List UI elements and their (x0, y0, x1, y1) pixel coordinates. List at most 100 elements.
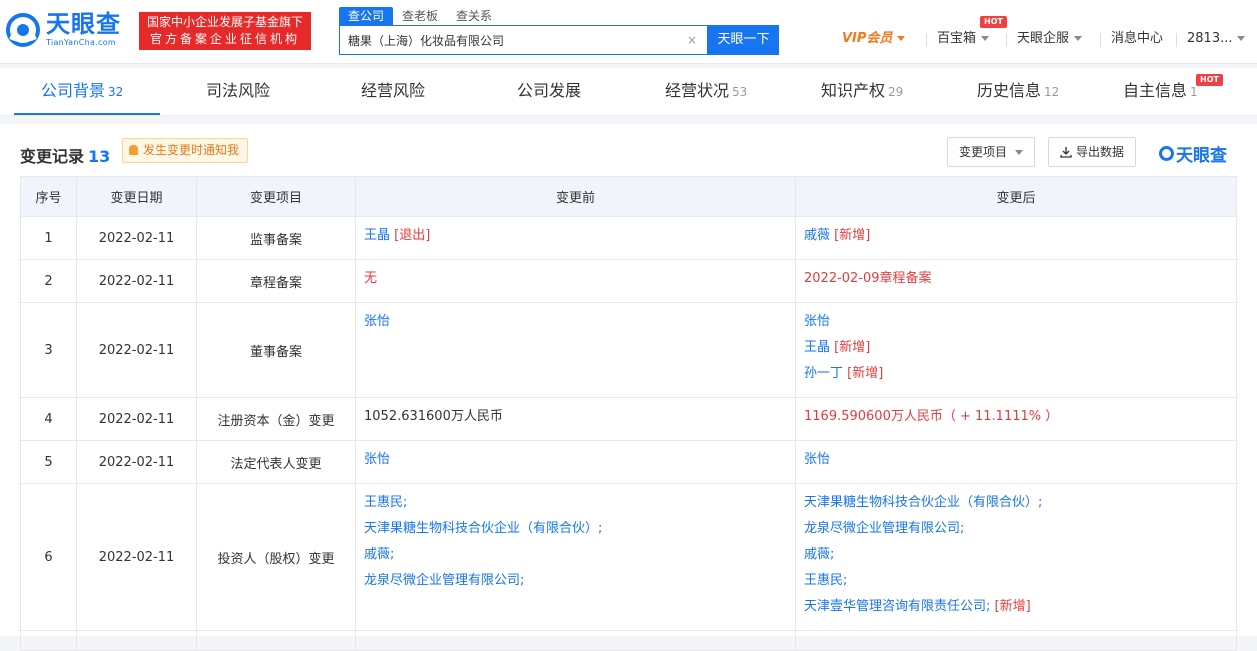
person-link[interactable]: 孙一丁 (804, 366, 843, 381)
cell-date: 2022-02-11 (76, 483, 197, 631)
cell-after: 1169.590600万人民币（ + 11.1111% ） (795, 397, 1237, 441)
change-value: 2022-02-09章程备案 (804, 271, 932, 286)
search-input[interactable] (340, 26, 707, 54)
change-item-filter[interactable]: 变更项目 (947, 137, 1036, 167)
search-type-tabs: 查公司 查老板 查关系 (339, 7, 501, 25)
divider (926, 33, 927, 47)
notify-on-change-button[interactable]: 发生变更时通知我 (122, 138, 249, 163)
vip-menu[interactable]: VIP会员 (842, 30, 906, 48)
cell-before: 1052.631600万人民币 (355, 397, 796, 441)
cell-before: 无 (355, 259, 796, 303)
cell-date: 2022-02-11 (76, 440, 197, 484)
hot-badge: HOT (1196, 74, 1223, 86)
tab-company-background[interactable]: 公司背景 32 (41, 68, 123, 116)
chevron-down-icon (1074, 36, 1083, 41)
export-label: 导出数据 (1076, 145, 1125, 159)
cell-no: 3 (20, 302, 77, 398)
section-title-text: 变更记录 (20, 147, 85, 166)
notify-label: 发生变更时通知我 (143, 143, 240, 157)
cell-item: 投资人（股权）变更 (196, 483, 356, 631)
person-link[interactable]: 张怡 (804, 452, 830, 467)
search-tab-boss[interactable]: 查老板 (393, 7, 447, 25)
change-records-table: 序号 变更日期 变更项目 变更前 变更后 1 2022-02-11 监事备案 王… (20, 176, 1237, 651)
person-link[interactable]: 戚薇 (804, 228, 830, 243)
search-tab-relation[interactable]: 查关系 (447, 7, 501, 25)
col-header-after: 变更后 (795, 176, 1237, 217)
tab-count: 12 (1044, 85, 1060, 99)
search-button[interactable]: 天眼一下 (708, 25, 779, 55)
investor-link[interactable]: 王惠民; (364, 490, 787, 516)
investor-link[interactable]: 天津果糖生物科技合伙企业（有限合伙）; (804, 490, 1228, 516)
table-row: 5 2022-02-11 法定代表人变更 张怡 张怡 (20, 440, 1237, 484)
cell-after: 张怡 (795, 440, 1237, 484)
col-header-date: 变更日期 (76, 176, 197, 217)
tab-company-development[interactable]: 公司发展 (517, 68, 581, 116)
investor-link[interactable]: 天津壹华管理咨询有限责任公司; (804, 599, 990, 614)
tab-count: 32 (108, 85, 124, 99)
treasure-box-menu[interactable]: 百宝箱 (937, 30, 990, 48)
active-tab-indicator (14, 113, 160, 115)
tab-label: 公司背景 (41, 81, 106, 100)
cell-no: 1 (20, 216, 77, 260)
chevron-down-icon (1237, 36, 1246, 41)
chevron-down-icon (1015, 150, 1024, 155)
tab-operating-risk[interactable]: 经营风险 (361, 68, 425, 116)
divider (1100, 33, 1101, 47)
divider (1176, 33, 1177, 47)
person-link[interactable]: 王晶 (804, 340, 830, 355)
table-row (20, 630, 1237, 651)
account-menu[interactable]: 2813... (1187, 30, 1246, 48)
cell-after: 2022-02-09章程备案 (795, 259, 1237, 303)
enterprise-service-menu[interactable]: 天眼企服 (1017, 30, 1083, 48)
logo[interactable]: 天眼查 TianYanCha.com (6, 12, 121, 47)
person-link[interactable]: 张怡 (804, 314, 830, 329)
cell-before: 王晶 [退出] (355, 216, 796, 260)
cell-no: 5 (20, 440, 77, 484)
chevron-down-icon (981, 36, 990, 41)
treasure-label: 百宝箱 (937, 31, 977, 46)
enterprise-label: 天眼企服 (1017, 31, 1070, 46)
tab-self-info[interactable]: 自主信息 1 (1123, 68, 1198, 116)
investor-link[interactable]: 天津果糖生物科技合伙企业（有限合伙）; (364, 516, 787, 542)
clear-icon[interactable]: × (687, 33, 697, 47)
change-tag: [新增] (834, 340, 871, 355)
tab-label: 经营状况 (665, 81, 730, 100)
person-link[interactable]: 王晶 (364, 228, 390, 243)
table-row: 1 2022-02-11 监事备案 王晶 [退出] 戚薇 [新增] (20, 216, 1237, 260)
person-link[interactable]: 张怡 (364, 452, 390, 467)
brand-text: 天眼查 (1176, 146, 1227, 166)
filter-label: 变更项目 (959, 145, 1008, 159)
tab-operating-status[interactable]: 经营状况 53 (665, 68, 747, 116)
cell-empty (196, 630, 356, 651)
tab-judicial-risk[interactable]: 司法风险 (206, 68, 270, 116)
cell-after: 戚薇 [新增] (795, 216, 1237, 260)
col-header-item: 变更项目 (196, 176, 356, 217)
download-icon (1060, 140, 1072, 168)
tab-history-info[interactable]: 历史信息 12 (977, 68, 1059, 116)
cell-no: 4 (20, 397, 77, 441)
tab-intellectual-property[interactable]: 知识产权 29 (821, 68, 903, 116)
investor-link[interactable]: 戚薇; (364, 542, 787, 568)
cell-date: 2022-02-11 (76, 302, 197, 398)
cell-item: 注册资本（金）变更 (196, 397, 356, 441)
divider (1006, 33, 1007, 47)
cell-item: 监事备案 (196, 216, 356, 260)
investor-link[interactable]: 龙泉尽微企业管理有限公司; (804, 516, 1228, 542)
search-tab-company[interactable]: 查公司 (339, 7, 394, 25)
person-link[interactable]: 张怡 (364, 314, 390, 329)
investor-link[interactable]: 龙泉尽微企业管理有限公司; (364, 568, 787, 594)
tab-count: 29 (888, 85, 904, 99)
investor-link[interactable]: 戚薇; (804, 542, 1228, 568)
official-badge: 国家中小企业发展子基金旗下 官方备案企业征信机构 (139, 12, 311, 50)
cell-item: 章程备案 (196, 259, 356, 303)
tab-count: 53 (732, 85, 748, 99)
company-section-tabs: 公司背景 32 司法风险 经营风险 公司发展 经营状况 53 知识产权 29 历史信息… (0, 68, 1257, 116)
export-data-button[interactable]: 导出数据 (1048, 137, 1137, 168)
cell-no: 2 (20, 259, 77, 303)
table-row: 2 2022-02-11 章程备案 无 2022-02-09章程备案 (20, 259, 1237, 303)
cell-date: 2022-02-11 (76, 397, 197, 441)
tab-label: 历史信息 (977, 81, 1042, 100)
investor-link[interactable]: 王惠民; (804, 568, 1228, 594)
logo-domain: TianYanCha.com (46, 38, 116, 47)
message-center-link[interactable]: 消息中心 (1111, 30, 1163, 48)
